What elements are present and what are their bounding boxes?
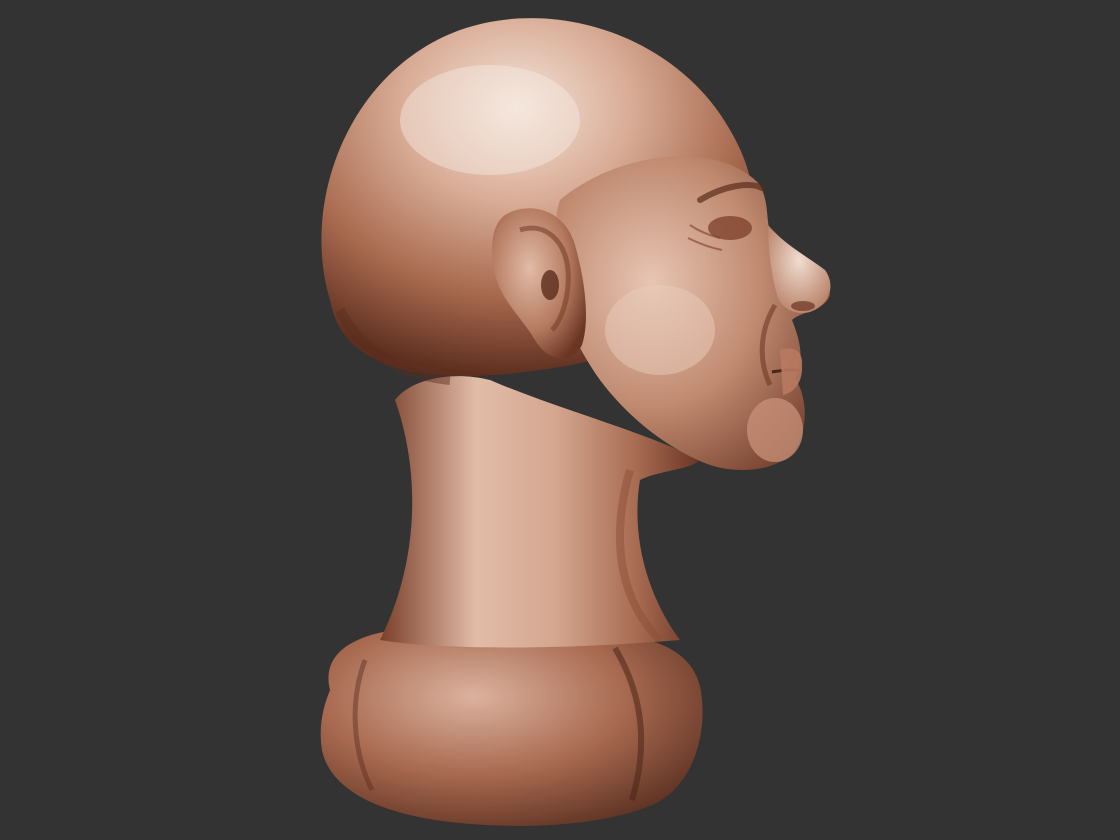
viewport: [0, 0, 1120, 840]
chin: [747, 398, 803, 462]
chest-mass: [320, 626, 703, 826]
cheek-highlight: [605, 285, 715, 375]
ear-canal: [541, 270, 559, 300]
sculpt-render: [320, 18, 831, 826]
skull-highlight: [400, 65, 580, 175]
nostril: [791, 301, 815, 311]
